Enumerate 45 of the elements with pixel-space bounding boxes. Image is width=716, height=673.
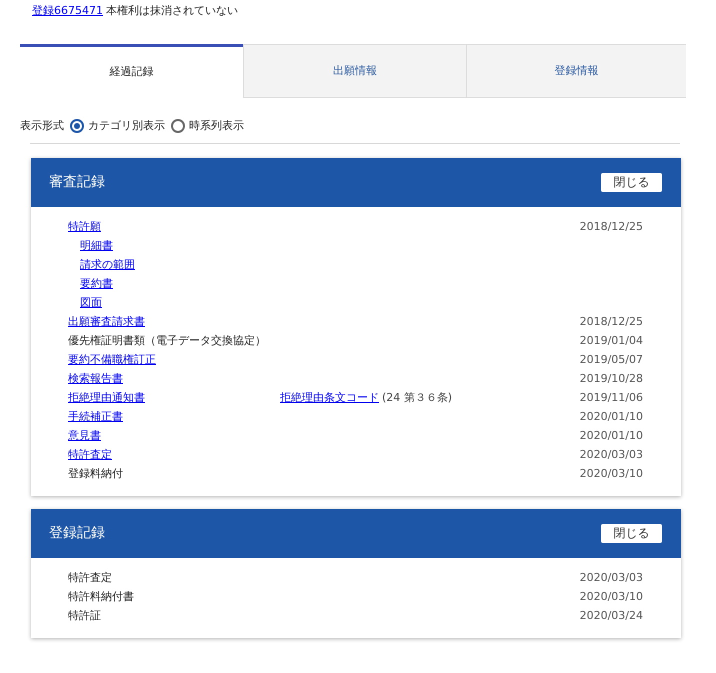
document-link[interactable]: 検索報告書 (68, 372, 123, 386)
document-link[interactable]: 図面 (80, 296, 102, 310)
date-text: 2019/10/28 (580, 371, 643, 388)
document-link[interactable]: 特許願 (68, 220, 101, 234)
radio-label: カテゴリ別表示 (88, 118, 165, 134)
display-format-label: 表示形式 (20, 118, 64, 134)
code-link[interactable]: 拒絶理由条文コード (280, 390, 379, 407)
document-name: 特許料納付書 (68, 590, 134, 604)
date-text: 2020/03/10 (580, 466, 643, 482)
date-text: 2020/03/10 (580, 589, 643, 606)
document-link[interactable]: 手続補正書 (68, 410, 123, 424)
document-link[interactable]: 要約書 (80, 277, 113, 290)
date-text: 2019/01/04 (580, 333, 643, 350)
close-button[interactable]: 閉じる (601, 524, 662, 543)
date-text: 2020/03/03 (580, 447, 643, 464)
close-button[interactable]: 閉じる (601, 173, 662, 192)
article-text: (24 第３６条) (382, 390, 452, 406)
document-link[interactable]: 意見書 (68, 429, 101, 442)
document-name: 特許証 (68, 609, 101, 622)
tab[interactable]: 登録情報 (466, 44, 686, 98)
status-text: 本権利は抹消されていない (106, 3, 238, 18)
document-link[interactable]: 請求の範囲 (80, 258, 135, 272)
document-name: 特許査定 (68, 571, 112, 584)
date-text: 2018/12/25 (580, 219, 643, 236)
date-text: 2019/11/06 (580, 390, 643, 406)
date-text: 2020/01/10 (580, 409, 643, 426)
document-link[interactable]: 出願審査請求書 (68, 315, 145, 328)
section-title: 登録記録 (49, 524, 105, 543)
document-name: 優先権証明書類（電子データ交換協定） (68, 334, 266, 348)
document-name: 登録料納付 (68, 467, 123, 480)
tab[interactable]: 出願情報 (243, 44, 466, 98)
section-title: 審査記録 (49, 173, 105, 192)
date-text: 2018/12/25 (580, 314, 643, 330)
radio-button[interactable] (171, 119, 185, 133)
date-text: 2020/03/03 (580, 570, 643, 586)
document-link[interactable]: 拒絶理由通知書 (68, 391, 145, 404)
date-text: 2020/01/10 (580, 428, 643, 444)
date-text: 2020/03/24 (580, 608, 643, 624)
radio-button[interactable] (70, 119, 84, 133)
document-link[interactable]: 要約不備職権訂正 (68, 353, 156, 366)
date-text: 2019/05/07 (580, 352, 643, 368)
radio-label: 時系列表示 (189, 118, 244, 134)
document-link[interactable]: 特許査定 (68, 448, 112, 462)
document-link[interactable]: 明細書 (80, 239, 113, 252)
registration-link[interactable]: 登録6675471 (32, 3, 103, 18)
